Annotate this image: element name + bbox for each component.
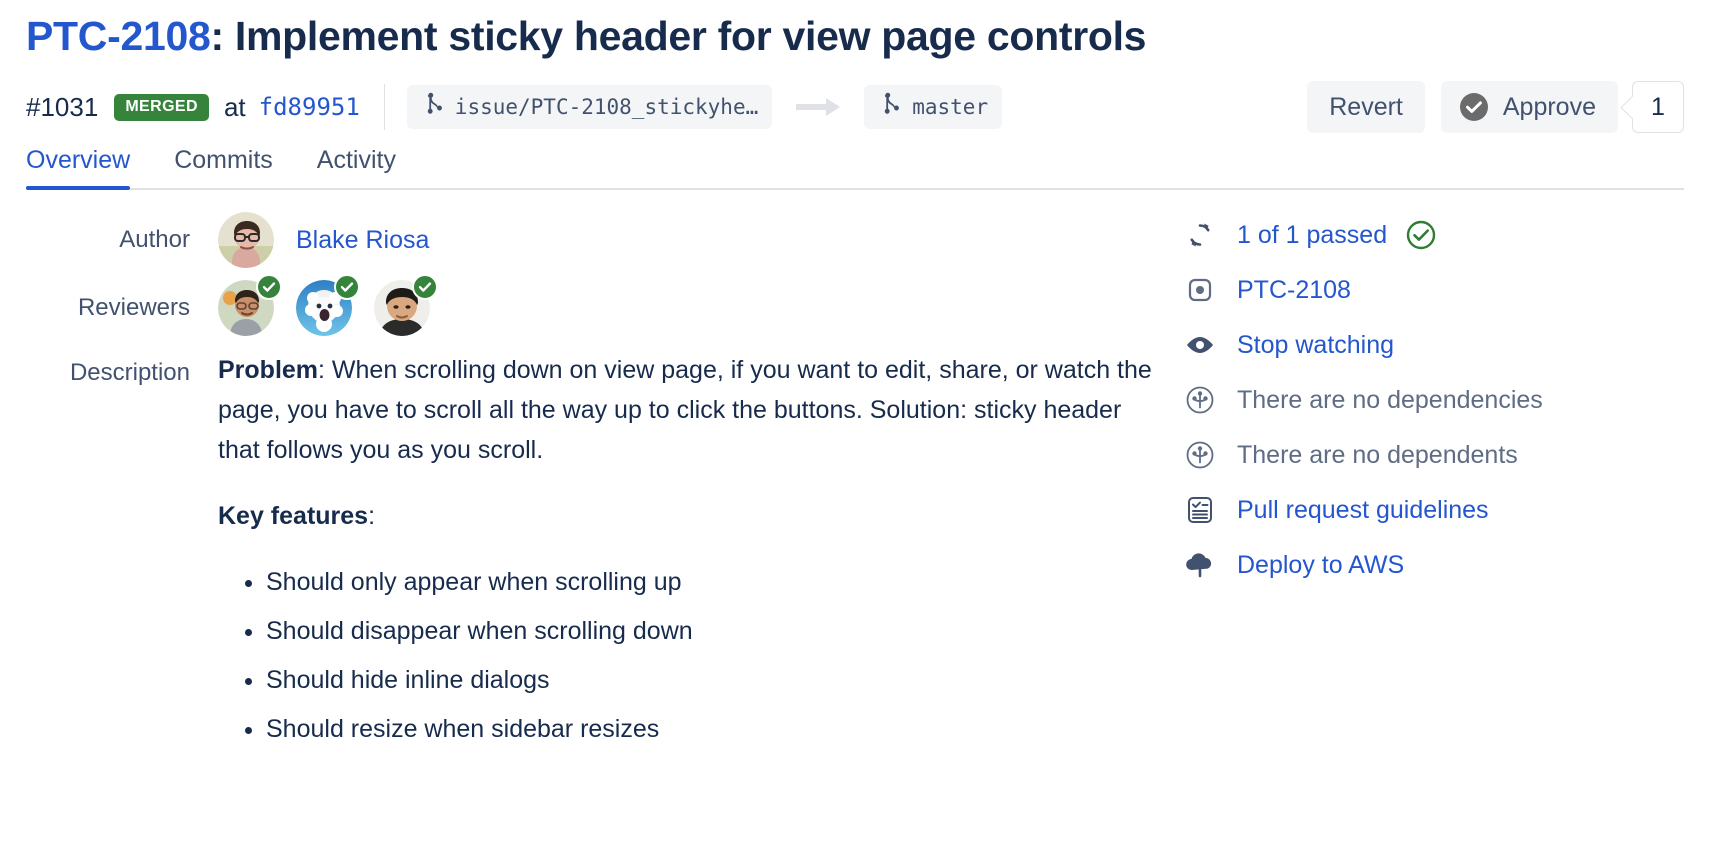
target-branch-chip[interactable]: master bbox=[864, 85, 1003, 129]
list-item[interactable] bbox=[296, 274, 360, 336]
description-row: Description Problem: When scrolling down… bbox=[26, 348, 1161, 758]
sidebar-item-label[interactable]: PTC-2108 bbox=[1237, 276, 1351, 305]
issue-key-link[interactable]: PTC-2108 bbox=[26, 13, 211, 59]
pr-sidebar: 1 of 1 passed PTC-2108 Stop watching The… bbox=[1161, 212, 1684, 770]
author-row: Author Blake Riosa bbox=[26, 212, 1161, 268]
sidebar-item-dependencies: There are no dependencies bbox=[1183, 383, 1684, 417]
tab-commits[interactable]: Commits bbox=[174, 146, 273, 188]
builds-refresh-icon bbox=[1183, 220, 1217, 250]
at-label: at bbox=[223, 91, 246, 122]
list-item: Should hide inline dialogs bbox=[266, 660, 1161, 700]
sidebar-item-label: There are no dependents bbox=[1237, 440, 1518, 469]
sidebar-item-jira-issue[interactable]: PTC-2108 bbox=[1183, 273, 1684, 307]
dependency-icon bbox=[1183, 384, 1217, 416]
description-content: Problem: When scrolling down on view pag… bbox=[218, 348, 1161, 758]
list-item[interactable] bbox=[218, 274, 282, 336]
description-label: Description bbox=[69, 359, 190, 386]
author-name-link[interactable]: Blake Riosa bbox=[296, 226, 429, 255]
approve-button[interactable]: Approve bbox=[1440, 81, 1618, 133]
list-item: Should disappear when scrolling down bbox=[266, 611, 1161, 651]
sidebar-item-deploy[interactable]: Deploy to AWS bbox=[1183, 548, 1684, 582]
guidelines-icon bbox=[1183, 495, 1217, 525]
branch-icon bbox=[878, 92, 900, 123]
approved-check-icon bbox=[412, 274, 438, 300]
sidebar-item-dependents: There are no dependents bbox=[1183, 438, 1684, 472]
branch-icon bbox=[421, 92, 443, 123]
pr-body: Author Blake Riosa Reviewers Description… bbox=[26, 212, 1684, 770]
approve-label: Approve bbox=[1502, 92, 1596, 121]
pr-number: #1031 bbox=[26, 91, 99, 122]
key-features-colon: : bbox=[368, 502, 376, 530]
problem-paragraph: Problem: When scrolling down on view pag… bbox=[218, 350, 1161, 470]
source-branch-name: issue/PTC‑2108_stickyhe… bbox=[454, 95, 759, 119]
arrow-right-icon bbox=[794, 95, 842, 119]
approved-check-icon bbox=[256, 274, 282, 300]
sidebar-item-builds[interactable]: 1 of 1 passed bbox=[1183, 218, 1684, 252]
key-features-heading: Key features: bbox=[218, 496, 1161, 536]
pr-tabs: Overview Commits Activity bbox=[26, 140, 1684, 190]
approve-count-chip[interactable]: 1 bbox=[1632, 81, 1684, 133]
dependency-icon bbox=[1183, 439, 1217, 471]
approve-count: 1 bbox=[1651, 92, 1665, 121]
avatar[interactable] bbox=[218, 212, 274, 268]
divider bbox=[383, 84, 385, 130]
eye-icon bbox=[1183, 333, 1217, 357]
sidebar-item-guidelines[interactable]: Pull request guidelines bbox=[1183, 493, 1684, 527]
sidebar-item-label[interactable]: Pull request guidelines bbox=[1237, 496, 1489, 525]
sidebar-item-watch[interactable]: Stop watching bbox=[1183, 328, 1684, 362]
reviewer-list bbox=[218, 274, 438, 336]
jira-issue-icon bbox=[1183, 275, 1217, 305]
page-title: PTC-2108: Implement sticky header for vi… bbox=[26, 0, 1684, 62]
problem-lead: Problem bbox=[218, 356, 319, 384]
tab-overview[interactable]: Overview bbox=[26, 146, 131, 190]
problem-text: : When scrolling down on view page, if y… bbox=[218, 356, 1152, 464]
reviewers-row: Reviewers bbox=[26, 274, 1161, 336]
sidebar-item-label[interactable]: 1 of 1 passed bbox=[1237, 221, 1387, 250]
revert-button[interactable]: Revert bbox=[1307, 81, 1425, 133]
list-item: Should resize when sidebar resizes bbox=[266, 709, 1161, 749]
list-item[interactable] bbox=[374, 274, 438, 336]
key-features-list: Should only appear when scrolling up Sho… bbox=[218, 562, 1161, 749]
status-badge: MERGED bbox=[114, 93, 209, 121]
check-circle-icon bbox=[1459, 92, 1489, 122]
commit-hash-link[interactable]: fd89951 bbox=[259, 93, 360, 121]
title-text: Implement sticky header for view page co… bbox=[234, 13, 1147, 59]
author-label: Author bbox=[119, 226, 190, 253]
sidebar-item-label[interactable]: Deploy to AWS bbox=[1237, 551, 1404, 580]
pr-details-column: Author Blake Riosa Reviewers Description… bbox=[26, 212, 1161, 770]
sidebar-item-label[interactable]: Stop watching bbox=[1237, 331, 1394, 360]
key-features-lead: Key features bbox=[218, 502, 369, 530]
pr-status-strip: #1031 MERGED at fd89951 issue/PTC‑2108_s… bbox=[26, 76, 1684, 138]
title-separator: : bbox=[210, 13, 235, 59]
cloud-upload-icon bbox=[1183, 550, 1217, 580]
tab-activity[interactable]: Activity bbox=[317, 146, 396, 188]
reviewers-label: Reviewers bbox=[77, 294, 190, 321]
check-circle-outline-icon bbox=[1405, 219, 1437, 251]
source-branch-chip[interactable]: issue/PTC‑2108_stickyhe… bbox=[406, 85, 773, 129]
target-branch-name: master bbox=[912, 95, 989, 119]
pull-request-page: PTC-2108: Implement sticky header for vi… bbox=[0, 0, 1710, 852]
approved-check-icon bbox=[334, 274, 360, 300]
sidebar-item-label: There are no dependencies bbox=[1237, 385, 1543, 414]
list-item: Should only appear when scrolling up bbox=[266, 562, 1161, 602]
